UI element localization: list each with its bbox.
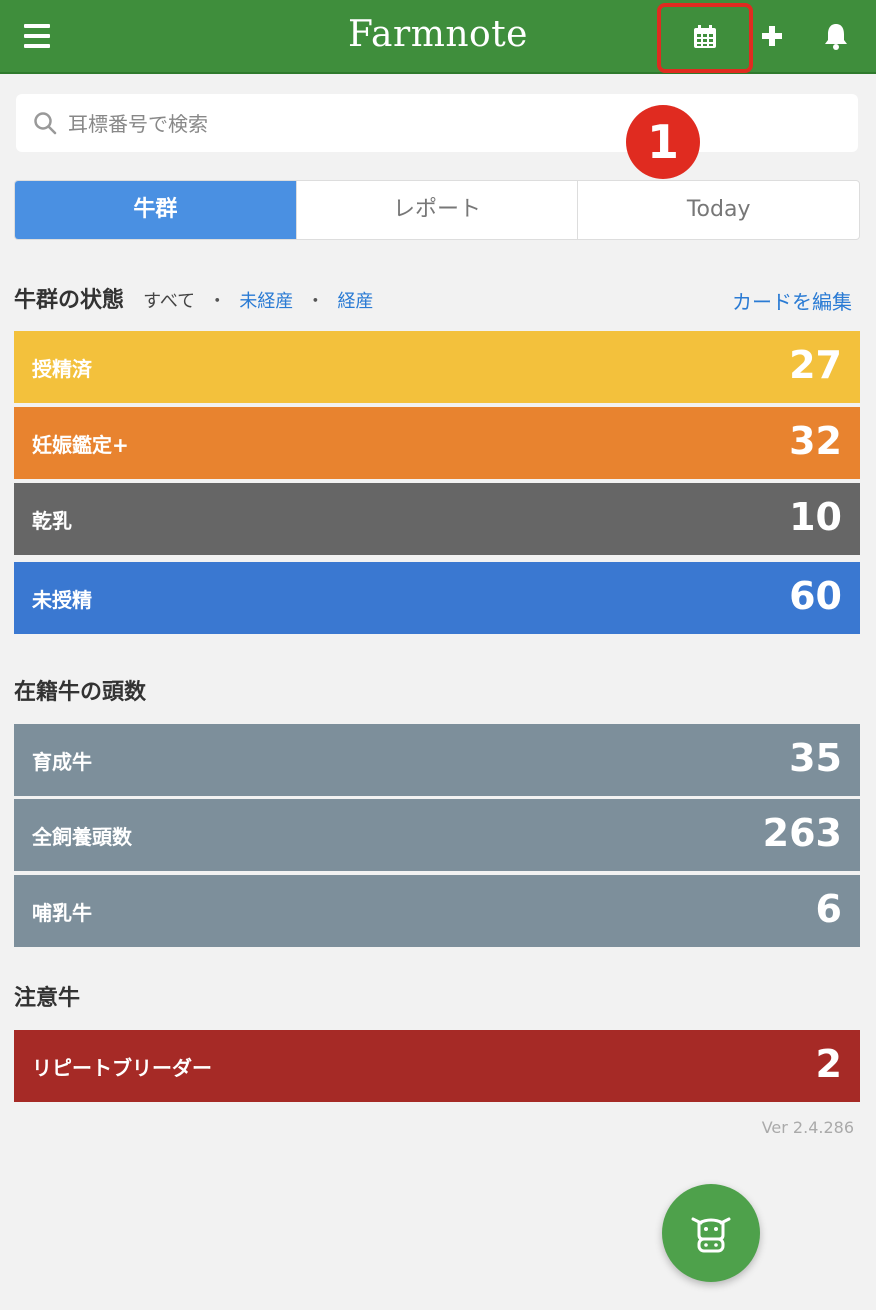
search-icon	[32, 110, 58, 136]
card-label: 全飼養頭数	[32, 825, 132, 849]
version-label: Ver 2.4.286	[761, 1118, 854, 1137]
filter-all[interactable]: すべて	[143, 291, 195, 312]
card-value: 10	[789, 495, 842, 539]
status-card-dry[interactable]: 乾乳 10	[14, 483, 860, 555]
headcount-card-calves[interactable]: 哺乳牛 6	[14, 875, 860, 947]
card-label: 授精済	[32, 357, 92, 381]
headcount-card-total[interactable]: 全飼養頭数 263	[14, 799, 860, 871]
tab-today[interactable]: Today	[577, 181, 859, 239]
card-label: 哺乳牛	[32, 901, 92, 925]
card-label: 乾乳	[32, 509, 72, 533]
calendar-icon[interactable]	[692, 24, 718, 50]
card-label: リピートブリーダー	[32, 1056, 212, 1080]
card-value: 263	[762, 811, 842, 855]
cow-icon	[691, 1217, 731, 1253]
herd-status-title: 牛群の状態	[14, 288, 125, 313]
tab-report[interactable]: レポート	[295, 181, 578, 239]
annotation-number-badge: 1	[626, 105, 700, 179]
filter-separator: ・	[208, 291, 227, 312]
card-value: 60	[789, 574, 842, 618]
tab-herd[interactable]: 牛群	[15, 181, 296, 239]
status-card-pregnant[interactable]: 妊娠鑑定+ 32	[14, 407, 860, 479]
card-value: 35	[789, 736, 842, 780]
edit-cards-link[interactable]: カードを編集	[732, 286, 852, 315]
card-value: 32	[789, 419, 842, 463]
plus-icon[interactable]	[758, 20, 786, 52]
filter-parous[interactable]: 経産	[338, 291, 374, 312]
app-header: Farmnote	[0, 0, 876, 74]
filter-separator: ・	[306, 291, 325, 312]
card-label: 未授精	[32, 588, 92, 612]
headcount-title: 在籍牛の頭数	[14, 680, 147, 705]
status-card-inseminated[interactable]: 授精済 27	[14, 331, 860, 403]
card-value: 2	[815, 1042, 842, 1086]
card-label: 育成牛	[32, 750, 92, 774]
card-value: 27	[789, 343, 842, 387]
status-card-not-inseminated[interactable]: 未授精 60	[14, 562, 860, 634]
herd-status-header: 牛群の状態 すべて ・ 未経産 ・ 経産 カードを編集	[14, 282, 860, 314]
attention-card-repeat-breeder[interactable]: リピートブリーダー 2	[14, 1030, 860, 1102]
cow-fab-button[interactable]	[662, 1184, 760, 1282]
search-input[interactable]	[66, 102, 670, 146]
main-tabs: 牛群 レポート Today	[14, 180, 860, 240]
attention-title: 注意牛	[14, 986, 81, 1011]
card-label: 妊娠鑑定+	[32, 433, 129, 457]
filter-heifer[interactable]: 未経産	[239, 291, 293, 312]
headcount-card-heifers[interactable]: 育成牛 35	[14, 724, 860, 796]
card-value: 6	[815, 887, 842, 931]
bell-icon[interactable]	[822, 22, 850, 52]
search-box	[16, 94, 858, 152]
